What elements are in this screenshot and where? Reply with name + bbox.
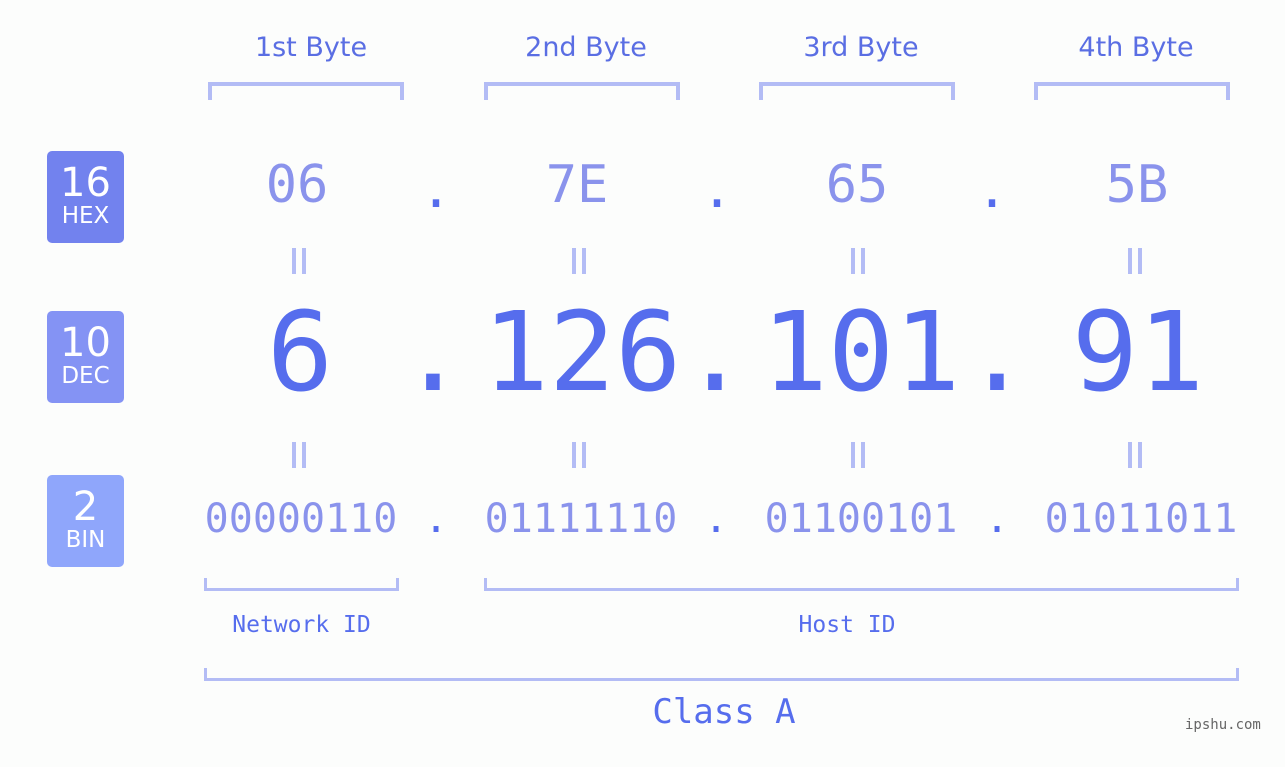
dec-value-4: 91 — [1071, 288, 1205, 416]
equals-icon — [292, 248, 306, 274]
bin-value-1: 00000110 — [204, 496, 398, 542]
equals-icon — [572, 248, 586, 274]
hex-name: HEX — [61, 203, 110, 229]
bin-dot-2: . — [703, 496, 729, 542]
dec-value-1: 6 — [266, 288, 334, 416]
dec-dot-1: . — [399, 288, 467, 416]
bin-dot-3: . — [984, 496, 1010, 542]
byte-label-2: 2nd Byte — [525, 32, 647, 63]
hex-badge: 16 HEX — [47, 151, 124, 243]
network-id-bracket — [204, 578, 399, 591]
watermark: ipshu.com — [1185, 717, 1261, 733]
dec-value-3: 101 — [761, 288, 961, 416]
dec-dot-3: . — [963, 288, 1031, 416]
equals-icon — [1128, 442, 1142, 468]
dec-dot-2: . — [681, 288, 749, 416]
dec-base: 10 — [60, 320, 111, 366]
hex-dot-3: . — [976, 160, 1008, 220]
hex-base: 16 — [60, 160, 111, 206]
host-id-label: Host ID — [798, 612, 896, 638]
class-label: Class A — [652, 692, 796, 732]
equals-icon — [292, 442, 306, 468]
dec-name: DEC — [61, 363, 110, 389]
bin-value-3: 01100101 — [764, 496, 958, 542]
byte-bracket-2 — [484, 82, 680, 100]
equals-icon — [572, 442, 586, 468]
bin-value-2: 01111110 — [484, 496, 678, 542]
network-id-label: Network ID — [232, 612, 371, 638]
dec-badge: 10 DEC — [47, 311, 124, 403]
dec-value-2: 126 — [482, 288, 682, 416]
equals-icon — [1128, 248, 1142, 274]
byte-bracket-1 — [208, 82, 404, 100]
hex-value-4: 5B — [1105, 155, 1169, 215]
byte-label-1: 1st Byte — [254, 32, 368, 63]
bin-value-4: 01011011 — [1044, 496, 1238, 542]
bin-name: BIN — [65, 527, 106, 553]
hex-value-2: 7E — [545, 155, 609, 215]
bin-badge: 2 BIN — [47, 475, 124, 567]
hex-dot-1: . — [420, 160, 452, 220]
class-bracket — [204, 668, 1239, 681]
hex-value-1: 06 — [265, 155, 329, 215]
byte-label-3: 3rd Byte — [803, 32, 919, 63]
hex-value-3: 65 — [825, 155, 889, 215]
bin-dot-1: . — [423, 496, 449, 542]
byte-label-4: 4th Byte — [1078, 32, 1194, 63]
bin-base: 2 — [72, 484, 99, 530]
equals-icon — [851, 442, 865, 468]
equals-icon — [851, 248, 865, 274]
host-id-bracket — [484, 578, 1239, 591]
byte-bracket-3 — [759, 82, 955, 100]
byte-bracket-4 — [1034, 82, 1230, 100]
hex-dot-2: . — [701, 160, 733, 220]
